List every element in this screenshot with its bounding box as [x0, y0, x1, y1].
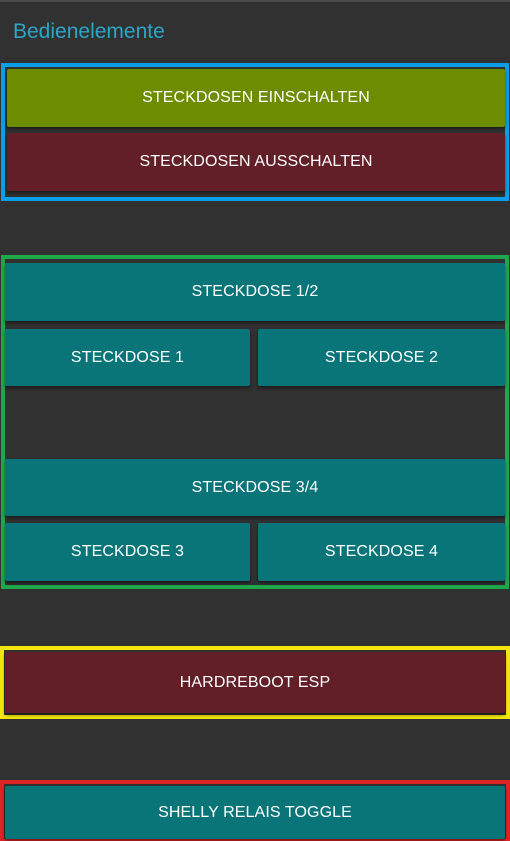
- sockets-on-button[interactable]: STECKDOSEN EINSCHALTEN: [7, 69, 505, 127]
- sockets-off-button[interactable]: STECKDOSEN AUSSCHALTEN: [7, 133, 505, 191]
- socket-4-button[interactable]: STECKDOSE 4: [258, 523, 505, 581]
- socket-1-button[interactable]: STECKDOSE 1: [5, 329, 250, 386]
- socket-3-4-button[interactable]: STECKDOSE 3/4: [5, 459, 505, 516]
- socket-2-button[interactable]: STECKDOSE 2: [258, 329, 505, 386]
- page-title: Bedienelemente: [13, 20, 165, 43]
- shelly-relay-toggle-button[interactable]: SHELLY RELAIS TOGGLE: [5, 786, 505, 839]
- socket-3-button[interactable]: STECKDOSE 3: [5, 523, 250, 581]
- top-divider: [0, 0, 510, 2]
- hardreboot-esp-button[interactable]: HARDREBOOT ESP: [5, 652, 505, 713]
- socket-1-2-button[interactable]: STECKDOSE 1/2: [5, 263, 505, 321]
